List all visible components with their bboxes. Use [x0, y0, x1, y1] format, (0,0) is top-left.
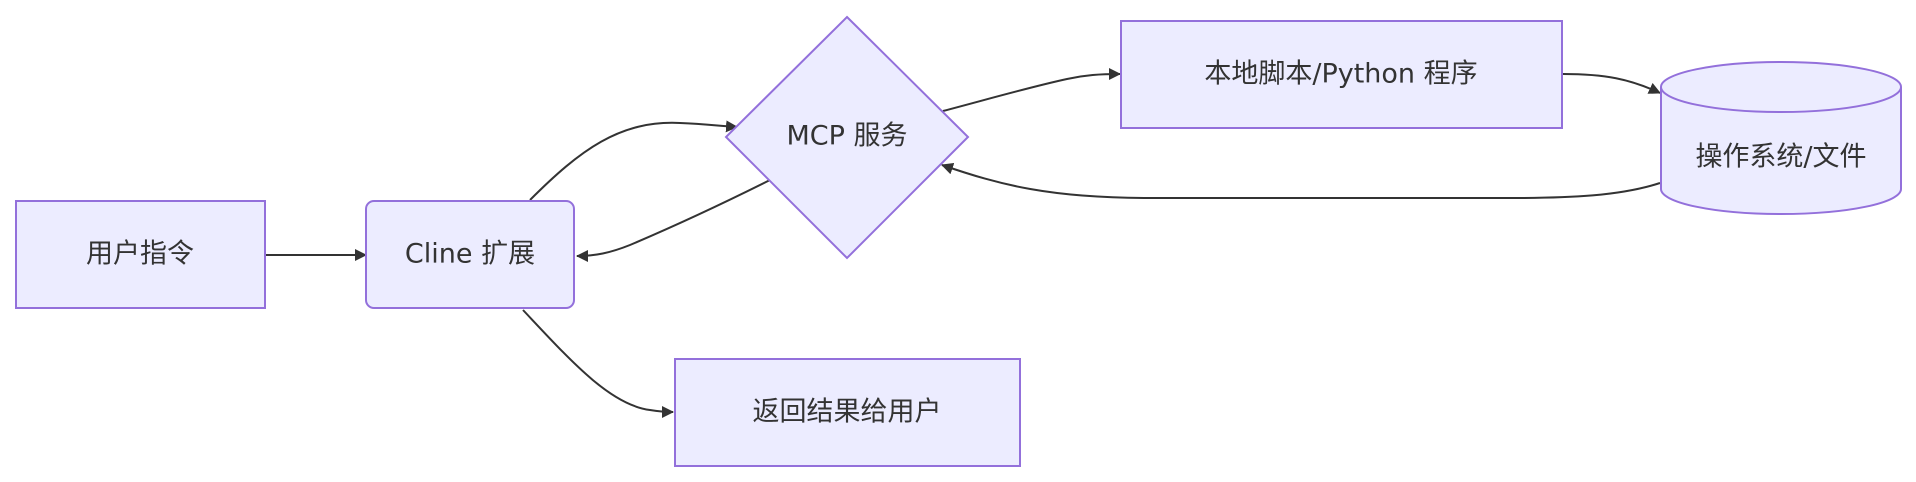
node-cline-extension-label: Cline 扩展 — [405, 239, 535, 270]
edge-mcp-to-local-script — [942, 68, 1121, 112]
edge-mcp-to-cline — [576, 179, 771, 262]
node-return-result: 返回结果给用户 — [674, 358, 1021, 467]
node-cline-extension: Cline 扩展 — [365, 200, 575, 309]
node-mcp-service: MCP 服务 — [724, 15, 970, 260]
node-os-file-label: 操作系统/文件 — [1695, 142, 1866, 173]
node-os-file: 操作系统/文件 — [1660, 61, 1902, 215]
node-user-command: 用户指令 — [15, 200, 266, 309]
flowchart-canvas: 用户指令 Cline 扩展 MCP 服务 本地脚本/Python 程序 操作系统… — [0, 0, 1916, 482]
node-local-script-label: 本地脚本/Python 程序 — [1204, 59, 1477, 90]
node-local-script: 本地脚本/Python 程序 — [1120, 20, 1563, 129]
edge-cline-to-return-result — [522, 309, 674, 418]
node-mcp-service-label: MCP 服务 — [786, 121, 907, 152]
edge-local-script-to-os-file — [1562, 73, 1661, 94]
node-user-command-label: 用户指令 — [86, 239, 194, 270]
node-return-result-label: 返回结果给用户 — [753, 397, 942, 428]
flowchart-diagram: 用户指令 Cline 扩展 MCP 服务 本地脚本/Python 程序 操作系统… — [15, 15, 1902, 467]
edge-cline-to-mcp — [529, 120, 738, 201]
edge-os-file-to-mcp — [941, 162, 1661, 199]
